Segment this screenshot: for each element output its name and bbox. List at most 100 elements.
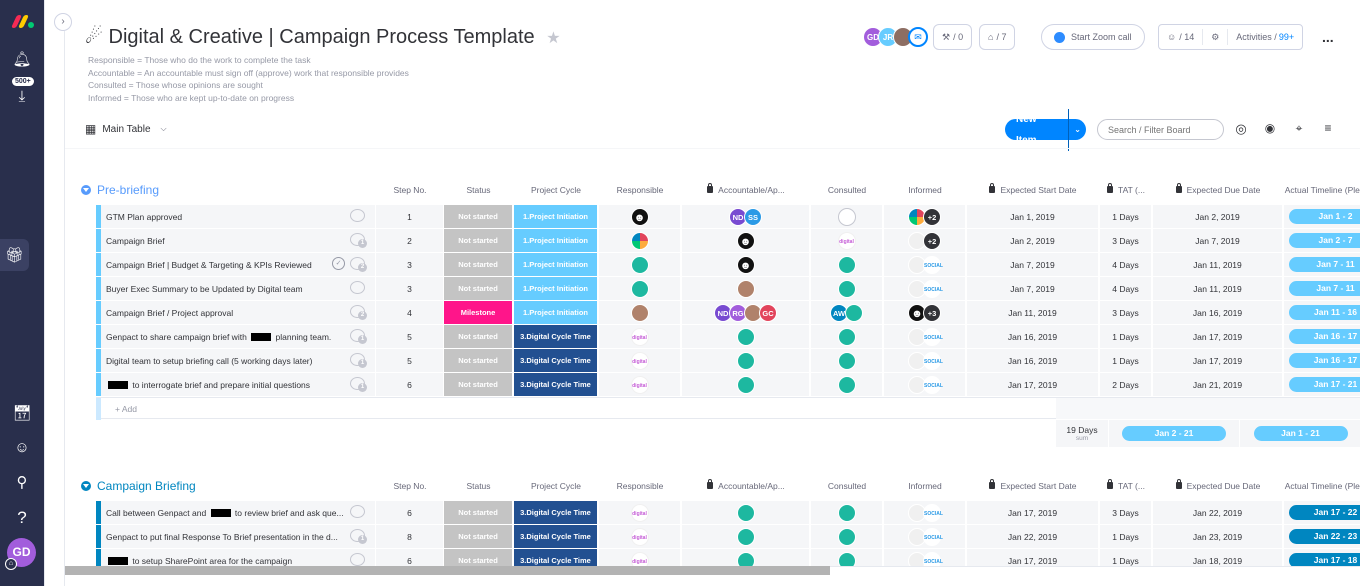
accountable-cell[interactable]: ND SS (682, 205, 810, 228)
project-cycle-cell[interactable]: 3.Digital Cycle Time (514, 525, 598, 548)
consulted-cell[interactable] (811, 325, 883, 348)
timeline-bar[interactable]: Jan 17 - 21 (1288, 377, 1360, 392)
avatar[interactable]: digital (630, 527, 649, 546)
consulted-cell[interactable] (811, 501, 883, 524)
timeline-cell[interactable]: Jan 11 - 16 (1284, 301, 1360, 324)
timeline-bar[interactable]: Jan 11 - 16 (1288, 305, 1360, 320)
calendar-check-icon[interactable]: 📅︎ (0, 404, 44, 422)
checklist-icon[interactable]: ✓ (332, 257, 345, 270)
timeline-cell[interactable]: Jan 16 - 17 (1284, 325, 1360, 348)
activities-button[interactable]: Activities /99+ (1228, 29, 1302, 45)
more-options-button[interactable]: ... (1322, 24, 1334, 50)
updates-icon[interactable] (350, 529, 367, 544)
table-row[interactable]: Digital team to setup briefing call (5 w… (96, 349, 1360, 372)
responsible-cell[interactable]: digital (599, 349, 681, 372)
column-header[interactable]: Expected Due Date (1153, 183, 1283, 195)
consulted-cell[interactable] (811, 525, 883, 548)
timeline-cell[interactable]: Jan 22 - 23 (1284, 525, 1360, 548)
avatar[interactable]: digital (630, 327, 649, 346)
due-date-cell[interactable]: Jan 16, 2019 (1153, 301, 1283, 324)
table-row[interactable]: Call between Genpact and to review brief… (96, 501, 1360, 524)
due-date-cell[interactable]: Jan 11, 2019 (1153, 253, 1283, 276)
responsible-cell[interactable]: digital (599, 501, 681, 524)
updates-icon[interactable] (350, 377, 367, 392)
avatar[interactable] (630, 255, 649, 274)
table-row[interactable]: Campaign Brief 2 Not started 1.Project Init… (96, 229, 1360, 252)
updates-icon[interactable] (350, 209, 365, 222)
avatar[interactable]: SOCIAL (923, 279, 943, 298)
project-cycle-cell[interactable]: 1.Project Initiation (514, 301, 598, 324)
updates-icon[interactable] (350, 281, 365, 294)
avatar[interactable]: digital (630, 375, 649, 394)
pin-icon[interactable]: ⌖ (1290, 121, 1308, 139)
members-button[interactable]: ☺/ 14 (1159, 29, 1204, 45)
item-name-cell[interactable]: to interrogate brief and prepare initial… (96, 373, 376, 396)
chevron-down-icon[interactable]: ⌄ (1069, 125, 1086, 134)
project-cycle-cell[interactable]: 1.Project Initiation (514, 205, 598, 228)
column-header[interactable]: Informed (884, 185, 966, 195)
step-cell[interactable]: 4 (376, 301, 444, 324)
tat-cell[interactable]: 1 Days (1100, 349, 1152, 372)
column-header[interactable]: Expected Start Date (967, 183, 1099, 195)
column-header[interactable]: Project Cycle (514, 481, 598, 491)
avatar[interactable] (837, 279, 856, 298)
informed-cell[interactable]: ☻ +3 (884, 301, 966, 324)
item-name[interactable]: Campaign Brief (106, 236, 165, 246)
tat-cell[interactable]: 4 Days (1100, 277, 1152, 300)
avatar[interactable]: SS (744, 207, 762, 226)
help-icon[interactable]: ? (0, 508, 44, 528)
responsible-cell[interactable]: digital (599, 325, 681, 348)
empty-person-icon[interactable] (837, 207, 856, 226)
view-selector[interactable]: ▦ Main Table ⌵ (85, 122, 167, 136)
item-name-cell[interactable]: Buyer Exec Summary to be Updated by Digi… (96, 277, 376, 300)
avatar[interactable] (630, 303, 649, 322)
due-date-cell[interactable]: Jan 22, 2019 (1153, 501, 1283, 524)
item-name-cell[interactable]: Campaign Brief (96, 229, 376, 252)
subscribers[interactable]: GD JR ✉ (863, 24, 928, 50)
avatar[interactable] (837, 503, 856, 522)
collapse-group-icon[interactable] (81, 480, 91, 491)
group-name[interactable]: Pre-briefing (97, 183, 159, 197)
due-date-cell[interactable]: Jan 2, 2019 (1153, 205, 1283, 228)
timeline-cell[interactable]: Jan 16 - 17 (1284, 349, 1360, 372)
project-cycle-cell[interactable]: 1.Project Initiation (514, 253, 598, 276)
tat-cell[interactable]: 1 Days (1100, 205, 1152, 228)
avatar[interactable] (837, 351, 856, 370)
tat-cell[interactable]: 3 Days (1100, 301, 1152, 324)
timeline-bar[interactable]: Jan 7 - 11 (1288, 281, 1360, 296)
timeline-cell[interactable]: Jan 7 - 11 (1284, 277, 1360, 300)
hide-columns-icon[interactable]: ◉ (1261, 121, 1279, 139)
project-cycle-cell[interactable]: 3.Digital Cycle Time (514, 325, 598, 348)
column-header[interactable]: TAT (... (1100, 479, 1152, 491)
tat-cell[interactable]: 4 Days (1100, 253, 1152, 276)
tat-cell[interactable]: 2 Days (1100, 373, 1152, 396)
column-header[interactable]: Actual Timeline (Please c... (1284, 185, 1360, 195)
status-cell[interactable]: Not started (444, 373, 513, 396)
user-avatar[interactable]: GD ⌂ (5, 538, 36, 570)
horizontal-scrollbar[interactable] (65, 566, 830, 575)
item-name-cell[interactable]: GTM Plan approved (96, 205, 376, 228)
column-header[interactable]: Status (444, 481, 513, 491)
informed-cell[interactable]: +2 (884, 205, 966, 228)
start-date-cell[interactable]: Jan 7, 2019 (967, 277, 1099, 300)
step-cell[interactable]: 8 (376, 525, 444, 548)
status-cell[interactable]: Not started (444, 325, 513, 348)
accountable-cell[interactable] (682, 277, 810, 300)
status-cell[interactable]: Not started (444, 253, 513, 276)
avatar[interactable] (837, 255, 856, 274)
avatar[interactable] (845, 303, 863, 322)
updates-icon[interactable] (350, 329, 367, 344)
column-header[interactable]: Accountable/Ap... (682, 479, 810, 491)
column-header[interactable]: Actual Timeline (Please c... (1284, 481, 1360, 491)
automations-button[interactable]: ⌂ / 7 (979, 24, 1016, 50)
activity-filter-icon[interactable]: ⚙ (1203, 29, 1229, 45)
timeline-cell[interactable]: Jan 1 - 2 (1284, 205, 1360, 228)
updates-icon[interactable] (350, 553, 365, 566)
more-people-count[interactable]: +3 (923, 303, 941, 322)
informed-cell[interactable]: SOCIAL (884, 325, 966, 348)
timeline-bar[interactable]: Jan 2 - 7 (1288, 233, 1360, 248)
item-name-cell[interactable]: Genpact to share campaign brief with pla… (96, 325, 376, 348)
collapse-group-icon[interactable] (81, 184, 91, 195)
avatar[interactable]: ☻ (736, 255, 755, 274)
column-header[interactable]: Step No. (377, 481, 443, 491)
